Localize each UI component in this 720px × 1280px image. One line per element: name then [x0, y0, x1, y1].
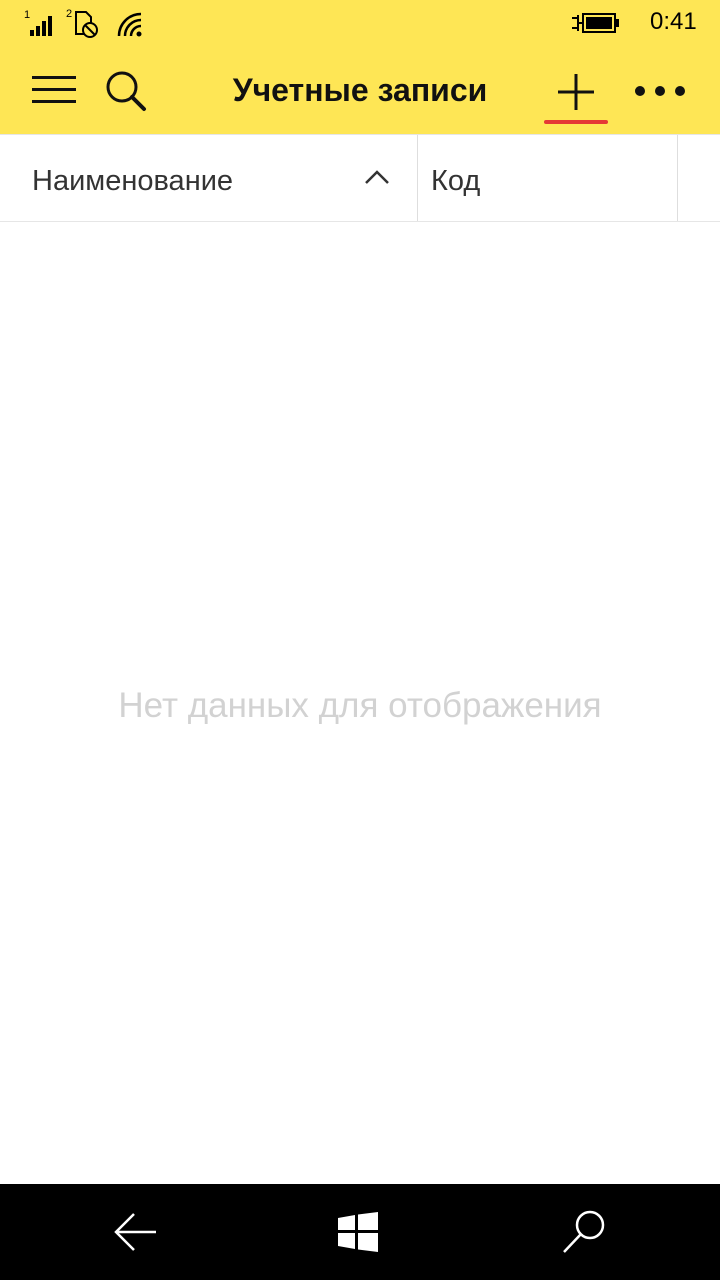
back-arrow-icon[interactable]	[112, 1212, 160, 1252]
windows-start-icon[interactable]	[338, 1212, 378, 1252]
clock-time: 0:41	[650, 8, 697, 35]
signal-strength-icon: 1	[24, 9, 52, 36]
page-title: Учетные записи	[232, 72, 488, 108]
empty-state-message: Нет данных для отображения	[118, 686, 602, 725]
sim-1-label: 1	[24, 9, 30, 21]
battery-charging-icon	[572, 13, 619, 33]
more-options-icon[interactable]	[632, 78, 688, 104]
column-label-code: Код	[431, 165, 481, 197]
table-header: Наименование Код	[0, 134, 720, 222]
top-bar: 1 2 0:41 Учетные записи	[0, 0, 720, 134]
sort-ascending-icon	[365, 170, 389, 184]
add-icon	[558, 74, 594, 110]
status-bar: 1 2 0:41	[0, 0, 720, 48]
column-header-code[interactable]: Код	[418, 135, 678, 221]
sim-2-label: 2	[66, 8, 72, 20]
system-nav-bar	[0, 1184, 720, 1280]
wifi-icon	[117, 12, 142, 37]
active-underline	[544, 120, 608, 124]
search-icon[interactable]	[560, 1208, 608, 1256]
hamburger-menu-icon[interactable]	[32, 74, 76, 106]
column-label-name: Наименование	[32, 165, 234, 197]
sim-no-signal-icon: 2	[66, 8, 98, 38]
search-icon[interactable]	[104, 70, 148, 112]
add-button[interactable]	[540, 62, 612, 124]
app-bar: Учетные записи	[0, 48, 720, 134]
column-header-name[interactable]: Наименование	[0, 135, 418, 221]
